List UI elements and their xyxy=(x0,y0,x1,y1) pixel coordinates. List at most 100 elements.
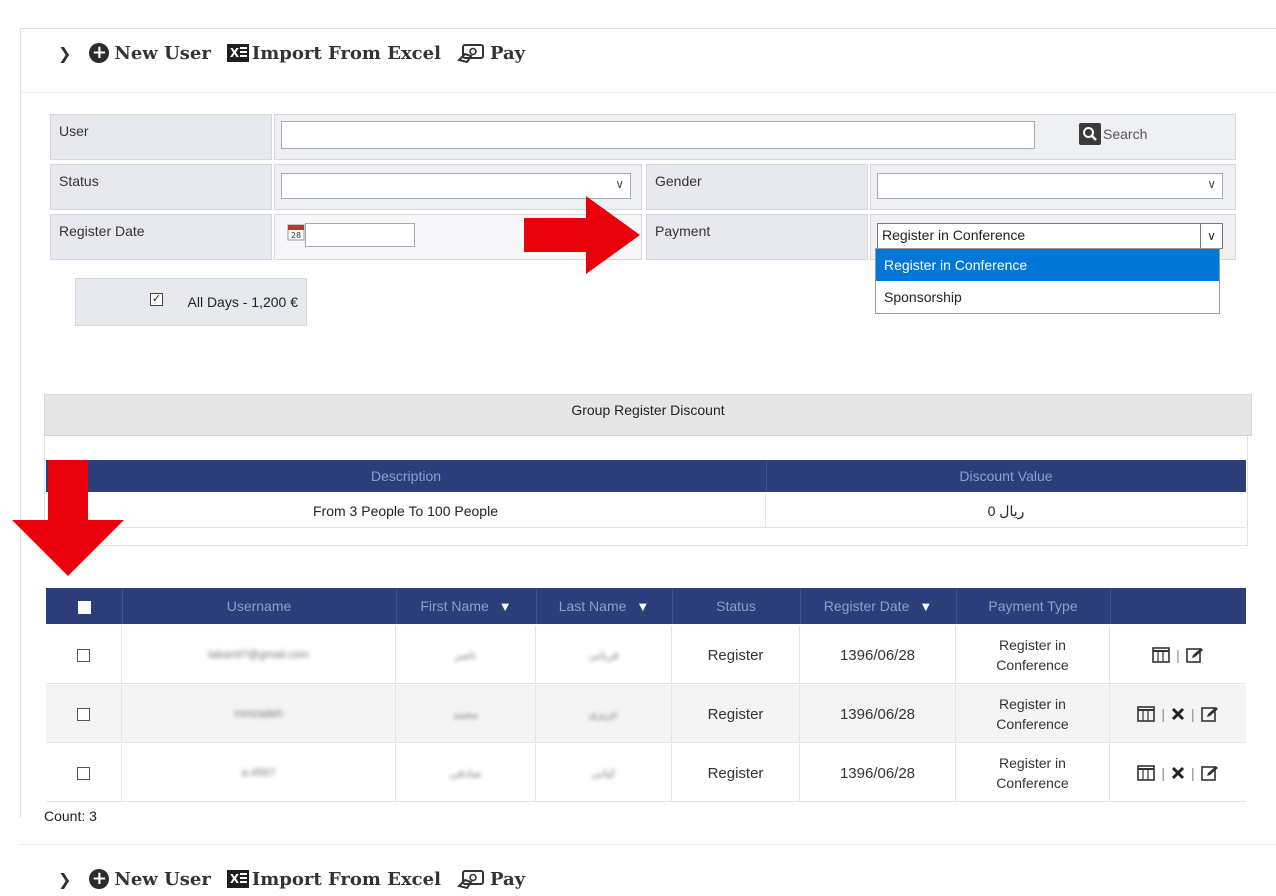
hand-money-icon xyxy=(456,868,487,890)
col-last-name[interactable]: Last Name ▼ xyxy=(536,588,673,624)
first-name: صادقی xyxy=(449,767,482,780)
first-name-cell: محمد xyxy=(396,685,536,743)
excel-glyph: X xyxy=(229,872,240,886)
search-button[interactable]: Search xyxy=(1079,123,1147,145)
import-excel-label: Import From Excel xyxy=(251,42,441,64)
payment-type-line1: Register in xyxy=(999,696,1066,712)
username: a.4567 xyxy=(241,767,276,779)
table-row: taban97@gmail.com ناصر قربانی Register 1… xyxy=(46,626,1246,684)
plus-circle-icon: + xyxy=(89,869,110,889)
discount-col-value: Discount Value xyxy=(959,468,1053,484)
last-name-cell: عزیزی xyxy=(536,685,672,743)
plus-circle-icon: + xyxy=(89,43,110,63)
col-last-name-label: Last Name xyxy=(558,598,627,614)
toolbar-divider xyxy=(20,92,1276,93)
hand-money-icon xyxy=(456,42,487,64)
red-arrow-down-icon xyxy=(12,460,124,576)
excel-icon: X xyxy=(226,870,249,888)
discount-value: 0 ریال xyxy=(987,503,1025,519)
edit-icon[interactable] xyxy=(1200,706,1219,722)
last-name: عزیزی xyxy=(588,708,619,721)
payment-type-cell: Register in Conference xyxy=(956,626,1110,684)
payment-option-sponsorship[interactable]: Sponsorship xyxy=(876,281,1219,313)
all-days-option[interactable]: ✓ All Days - 1,200 € xyxy=(75,278,307,326)
discount-description: From 3 People To 100 People xyxy=(46,494,766,528)
all-days-label: All Days - 1,200 € xyxy=(187,294,299,310)
red-arrow-right-icon xyxy=(524,196,640,274)
separator: | xyxy=(1161,706,1165,722)
gender-select[interactable]: ∨ xyxy=(877,173,1223,199)
chevron-down-icon[interactable]: ∨ xyxy=(1200,224,1222,248)
payment-dropdown-list: Register in Conference Sponsorship xyxy=(875,248,1220,314)
chevron-right-icon[interactable]: ❯ xyxy=(58,44,71,63)
col-register-date[interactable]: Register Date ▼ xyxy=(800,588,957,624)
new-user-button[interactable]: + New User xyxy=(89,42,211,64)
edit-icon[interactable] xyxy=(1200,765,1219,781)
last-name-cell: کیانی xyxy=(536,744,672,802)
details-icon[interactable] xyxy=(1137,706,1156,722)
delete-icon[interactable] xyxy=(1171,707,1185,721)
select-all-cell xyxy=(46,588,123,624)
username-cell: a.4567 xyxy=(122,744,396,802)
select-all-checkbox[interactable] xyxy=(77,600,91,614)
excel-glyph: X xyxy=(229,46,240,60)
import-excel-button[interactable]: X Import From Excel xyxy=(226,42,441,64)
separator: | xyxy=(1191,706,1195,722)
discount-col-description: Description xyxy=(46,460,767,492)
discount-title: Group Register Discount xyxy=(44,394,1252,436)
chevron-right-icon[interactable]: ❯ xyxy=(58,870,71,889)
new-user-button[interactable]: + New User xyxy=(89,868,211,890)
register-date-cell: 1396/06/28 xyxy=(800,744,956,802)
row-checkbox[interactable] xyxy=(77,766,90,780)
record-count: Count: 3 xyxy=(44,808,97,824)
payment-option-register[interactable]: Register in Conference xyxy=(876,249,1219,281)
row-actions: | xyxy=(1110,626,1246,684)
payment-type-cell: Register in Conference xyxy=(956,685,1110,743)
username: taban97@gmail.com xyxy=(207,649,310,661)
row-checkbox-cell xyxy=(46,626,122,684)
status-cell: Register xyxy=(672,626,800,684)
gender-cell: ∨ xyxy=(870,164,1236,210)
first-name-cell: ناصر xyxy=(396,626,536,684)
top-toolbar: ❯ + New User X Import From Excel Pay xyxy=(58,38,541,68)
col-first-name[interactable]: First Name ▼ xyxy=(396,588,537,624)
pay-button[interactable]: Pay xyxy=(456,42,526,64)
username: mmzadeh xyxy=(234,708,283,720)
col-register-date-label: Register Date xyxy=(823,598,910,614)
row-checkbox[interactable] xyxy=(77,648,90,662)
excel-icon: X xyxy=(226,44,249,62)
status-cell: Register xyxy=(672,685,800,743)
calendar-icon[interactable]: 28 xyxy=(287,223,305,241)
first-name: ناصر xyxy=(454,649,477,662)
row-actions: | | xyxy=(1110,685,1246,743)
col-actions xyxy=(1110,588,1246,624)
filter-icon[interactable]: ▼ xyxy=(499,599,512,614)
search-icon xyxy=(1079,123,1101,145)
new-user-label: New User xyxy=(114,868,211,890)
row-checkbox-cell xyxy=(46,744,122,802)
checkmark-icon[interactable]: ✓ xyxy=(150,293,163,306)
users-grid-header: Username First Name ▼ Last Name ▼ Status R… xyxy=(46,588,1246,624)
username-cell: taban97@gmail.com xyxy=(122,626,396,684)
pay-button[interactable]: Pay xyxy=(456,868,525,890)
details-icon[interactable] xyxy=(1137,765,1156,781)
import-excel-button[interactable]: X Import From Excel xyxy=(226,869,441,890)
user-input[interactable] xyxy=(281,121,1035,149)
payment-type-line1: Register in xyxy=(999,755,1066,771)
register-date-input[interactable] xyxy=(305,223,415,247)
pay-label: Pay xyxy=(489,42,526,64)
delete-icon[interactable] xyxy=(1171,766,1185,780)
details-icon[interactable] xyxy=(1152,647,1170,663)
register-date-label: Register Date xyxy=(50,214,272,260)
payment-select[interactable]: Register in Conference ∨ xyxy=(877,223,1223,249)
new-user-label: New User xyxy=(114,42,211,64)
col-payment-type[interactable]: Payment Type xyxy=(956,588,1111,624)
col-username[interactable]: Username xyxy=(122,588,397,624)
row-checkbox[interactable] xyxy=(77,707,90,721)
filter-icon[interactable]: ▼ xyxy=(636,599,649,614)
edit-icon[interactable] xyxy=(1186,647,1204,663)
bottom-toolbar-divider xyxy=(20,844,1276,845)
filter-icon[interactable]: ▼ xyxy=(919,599,932,614)
chevron-down-icon: ∨ xyxy=(615,177,624,191)
col-status[interactable]: Status xyxy=(672,588,801,624)
